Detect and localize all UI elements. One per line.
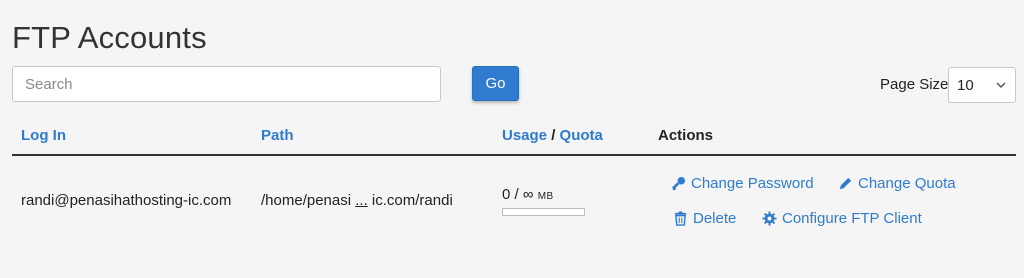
column-header-usage[interactable]: Usage [502,127,547,144]
gear-icon [762,211,777,226]
path-start: /home/penasi [261,192,352,209]
column-header-path[interactable]: Path [261,127,294,144]
change-quota-label: Change Quota [858,175,956,192]
page-size-select[interactable]: 10 [948,67,1016,103]
delete-link[interactable]: Delete [673,210,736,227]
usage-unit: MB [537,191,554,202]
column-header-usage-quota: Usage / Quota [502,127,603,144]
page-size-value: 10 [957,76,974,94]
usage-text: 0 / ∞ MB [502,186,554,203]
usage-value: 0 / ∞ [502,186,534,203]
key-icon [672,176,686,191]
change-password-label: Change Password [691,175,814,192]
go-button[interactable]: Go [472,66,519,101]
path-expand-link[interactable]: ... [355,192,368,209]
change-quota-link[interactable]: Change Quota [838,175,956,192]
chevron-down-icon [996,82,1006,89]
page-title: FTP Accounts [12,20,207,55]
path-cell: /home/penasi ... ic.com/randi [261,192,453,209]
configure-ftp-client-label: Configure FTP Client [782,210,922,227]
delete-label: Delete [693,210,737,227]
column-header-separator: / [551,127,556,144]
page-size-label: Page Size [880,76,949,93]
path-end: ic.com/randi [371,192,453,209]
column-header-actions: Actions [658,127,714,144]
change-password-link[interactable]: Change Password [671,175,814,192]
login-cell: randi@penasihathosting-ic.com [21,192,232,209]
column-header-login[interactable]: Log In [21,127,66,144]
search-input[interactable] [12,66,441,102]
pencil-icon [839,177,852,190]
usage-progress-bar [502,208,585,216]
trash-icon [674,211,687,226]
column-header-quota[interactable]: Quota [560,127,603,144]
ftp-accounts-page: FTP Accounts Go Page Size 10 Log In Path… [0,0,1024,278]
configure-ftp-client-link[interactable]: Configure FTP Client [762,210,922,227]
